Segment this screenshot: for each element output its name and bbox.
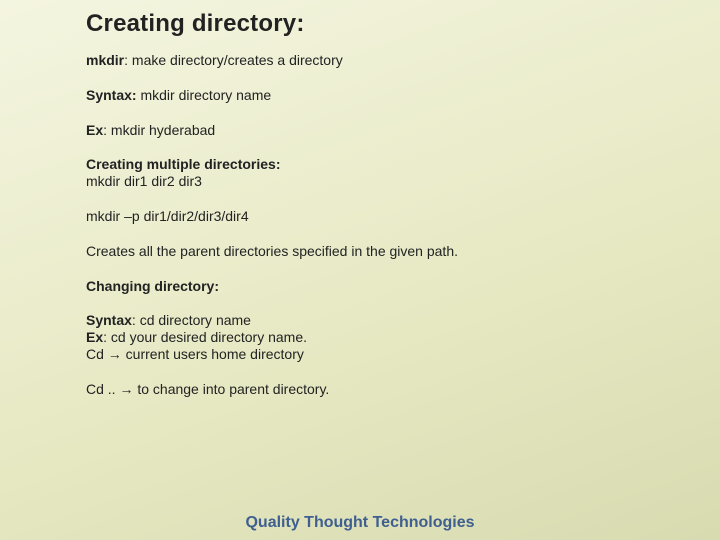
cd-example-value: : cd your desired directory name. <box>103 329 307 345</box>
cd-example: Ex: cd your desired directory name. <box>86 329 702 346</box>
changing-dir-label: Changing directory: <box>86 278 219 294</box>
mkdir-example: Ex: mkdir hyderabad <box>86 122 702 139</box>
mkdir-label: mkdir <box>86 52 124 68</box>
cd-syntax: Syntax: cd directory name <box>86 312 702 329</box>
multi-dir-header: Creating multiple directories: <box>86 156 702 173</box>
changing-dir-header: Changing directory: <box>86 278 702 295</box>
cd-syntax-label: Syntax <box>86 312 132 328</box>
syntax-label: Syntax: <box>86 87 137 103</box>
mkdir-syntax: Syntax: mkdir directory name <box>86 87 702 104</box>
mkdir-description: : make directory/creates a directory <box>124 52 343 68</box>
mkdir-p-command: mkdir –p dir1/dir2/dir3/dir4 <box>86 208 702 225</box>
footer-brand: Quality Thought Technologies <box>0 514 720 532</box>
cd-example-label: Ex <box>86 329 103 345</box>
cd-syntax-value: : cd directory name <box>132 312 251 328</box>
multi-dir-label: Creating multiple directories: <box>86 156 280 172</box>
slide-title: Creating directory: <box>86 10 702 38</box>
parent-dir-note: Creates all the parent directories speci… <box>86 243 702 260</box>
example-value: : mkdir hyderabad <box>103 122 215 138</box>
example-label: Ex <box>86 122 103 138</box>
mkdir-definition: mkdir: make directory/creates a director… <box>86 52 702 69</box>
multi-dir-command: mkdir dir1 dir2 dir3 <box>86 173 702 190</box>
slide-body: Creating directory: mkdir: make director… <box>0 0 720 540</box>
cd-parent-note: Cd .. → to change into parent directory. <box>86 381 702 398</box>
syntax-value: mkdir directory name <box>137 87 272 103</box>
cd-home-note: Cd → current users home directory <box>86 346 702 363</box>
